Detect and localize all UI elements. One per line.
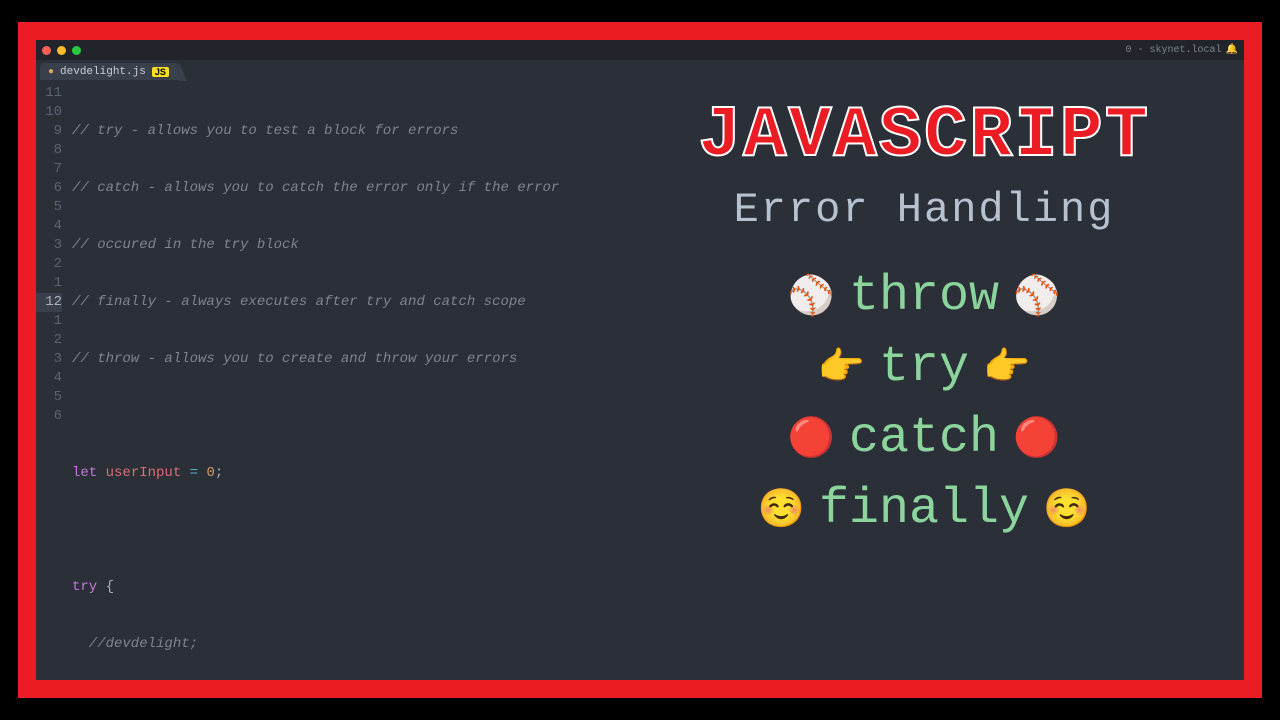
code-content[interactable]: // try - allows you to test a block for … — [72, 84, 1244, 680]
comment: // occured in the try block — [72, 237, 299, 253]
tab-filename: devdelight.js — [60, 66, 146, 78]
line-number: 3 — [36, 350, 62, 369]
bell-icon[interactable]: 🔔 — [1226, 44, 1238, 56]
line-number: 9 — [36, 122, 62, 141]
close-icon[interactable] — [42, 46, 51, 55]
code-area[interactable]: 11 10 9 8 7 6 5 4 3 2 1 12 1 2 3 4 5 6 /… — [36, 80, 1244, 680]
line-number: 1 — [36, 274, 62, 293]
js-badge-icon: JS — [152, 67, 169, 77]
line-number: 6 — [36, 179, 62, 198]
line-number: 10 — [36, 103, 62, 122]
line-number-current: 12 — [36, 293, 62, 312]
blank-line — [72, 407, 1244, 426]
line-number: 2 — [36, 331, 62, 350]
code-line: try { — [72, 578, 1244, 597]
blank-line — [72, 521, 1244, 540]
comment: // finally - always executes after try a… — [72, 294, 526, 310]
red-frame: 0 - skynet.local 🔔 ● devdelight.js JS 11… — [18, 22, 1262, 698]
line-gutter: 11 10 9 8 7 6 5 4 3 2 1 12 1 2 3 4 5 6 — [36, 84, 72, 680]
modified-marker-icon: ● — [48, 67, 54, 78]
editor-window: 0 - skynet.local 🔔 ● devdelight.js JS 11… — [36, 40, 1244, 680]
line-number: 1 — [36, 312, 62, 331]
comment: //devdelight; — [72, 636, 198, 652]
line-number: 2 — [36, 255, 62, 274]
line-number: 3 — [36, 236, 62, 255]
file-tab[interactable]: ● devdelight.js JS — [40, 63, 179, 80]
line-number: 4 — [36, 369, 62, 388]
comment: // try - allows you to test a block for … — [72, 123, 458, 139]
code-line: let userInput = 0; — [72, 464, 1244, 483]
tab-row: ● devdelight.js JS — [36, 60, 1244, 80]
status-right: 0 - skynet.local 🔔 — [1126, 44, 1238, 56]
minimize-icon[interactable] — [57, 46, 66, 55]
line-number: 4 — [36, 217, 62, 236]
comment: // catch - allows you to catch the error… — [72, 180, 559, 196]
traffic-lights — [42, 46, 81, 55]
line-number: 5 — [36, 198, 62, 217]
line-number: 8 — [36, 141, 62, 160]
maximize-icon[interactable] — [72, 46, 81, 55]
line-number: 11 — [36, 84, 62, 103]
status-text: 0 - skynet.local — [1126, 45, 1222, 56]
line-number: 6 — [36, 407, 62, 426]
comment: // throw - allows you to create and thro… — [72, 351, 517, 367]
line-number: 5 — [36, 388, 62, 407]
titlebar: 0 - skynet.local 🔔 — [36, 40, 1244, 60]
line-number: 7 — [36, 160, 62, 179]
